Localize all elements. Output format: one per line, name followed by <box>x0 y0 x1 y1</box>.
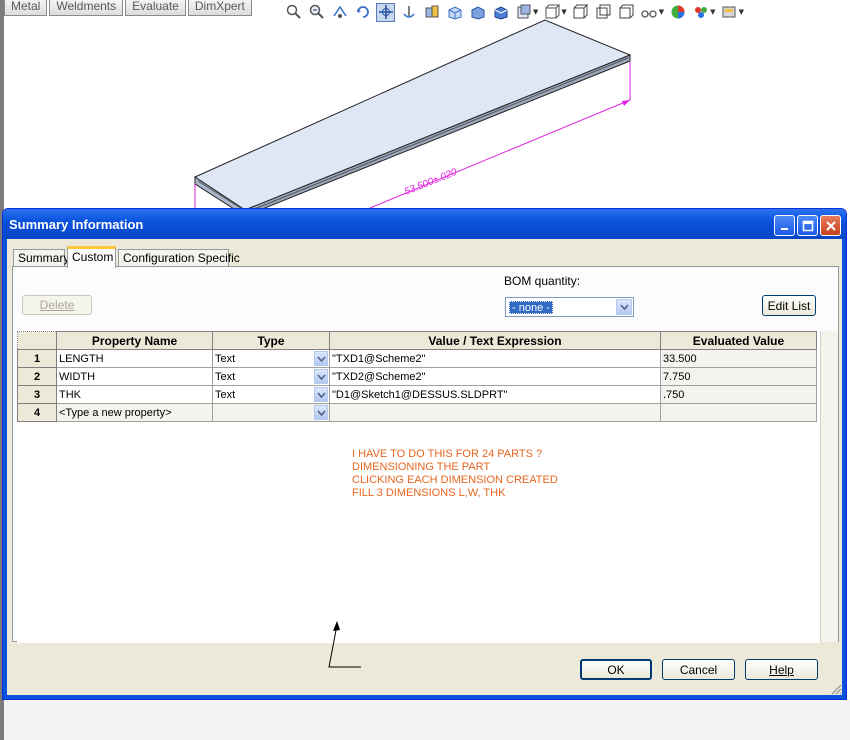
dialog-title-bar[interactable]: Summary Information <box>3 209 846 239</box>
evaluated-value-cell <box>660 403 817 422</box>
table-row: 2 WIDTH Text "TXD2@Scheme2" 7.750 <box>17 367 817 386</box>
grid-scrollbar[interactable] <box>820 331 838 642</box>
type-cell[interactable]: Text <box>212 349 330 368</box>
chevron-down-icon[interactable] <box>314 387 328 402</box>
edit-list-button-label: Edit List <box>767 298 811 313</box>
table-row: 3 THK Text "D1@Sketch1@DESSUS.SLDPRT" .7… <box>17 385 817 404</box>
value-cell[interactable] <box>329 403 661 422</box>
row-number[interactable]: 1 <box>17 349 57 368</box>
annotation-callout-line <box>328 621 361 668</box>
value-cell[interactable]: "D1@Sketch1@DESSUS.SLDPRT" <box>329 385 661 404</box>
chevron-down-icon[interactable] <box>314 351 328 366</box>
property-name-cell[interactable]: WIDTH <box>56 367 213 386</box>
type-cell[interactable]: Text <box>212 367 330 386</box>
dialog-frame-left <box>3 239 7 699</box>
cancel-button[interactable]: Cancel <box>662 659 735 680</box>
chevron-down-icon[interactable] <box>314 405 328 420</box>
column-header-value[interactable]: Value / Text Expression <box>329 331 661 350</box>
minimize-icon <box>780 227 788 230</box>
evaluated-value-cell: 7.750 <box>660 367 817 386</box>
graphics-area-bottom <box>4 700 850 740</box>
column-header-property-name[interactable]: Property Name <box>56 331 213 350</box>
evaluated-value-cell: .750 <box>660 385 817 404</box>
value-cell[interactable]: "TXD1@Scheme2" <box>329 349 661 368</box>
type-cell[interactable]: Text <box>212 385 330 404</box>
help-button[interactable]: Help <box>745 659 818 680</box>
resize-grip-icon[interactable] <box>830 683 842 695</box>
property-name-cell[interactable]: LENGTH <box>56 349 213 368</box>
annotation-note: I HAVE TO DO THIS FOR 24 PARTS ? DIMENSI… <box>352 448 558 500</box>
bom-quantity-value: - none - <box>509 301 553 314</box>
value-cell[interactable]: "TXD2@Scheme2" <box>329 367 661 386</box>
ok-button[interactable]: OK <box>580 659 652 680</box>
delete-button[interactable]: Delete <box>22 295 92 315</box>
row-number[interactable]: 2 <box>17 367 57 386</box>
maximize-icon <box>802 220 813 231</box>
close-icon <box>825 220 836 231</box>
bom-quantity-label: BOM quantity: <box>504 274 581 288</box>
property-name-cell[interactable]: THK <box>56 385 213 404</box>
cancel-button-label: Cancel <box>679 662 718 677</box>
dialog-title: Summary Information <box>9 217 144 232</box>
dimension-label: 53.500±.020 <box>403 167 459 198</box>
column-header-row-number <box>17 331 57 350</box>
part-model-view: 53.500±.020 <box>193 19 632 215</box>
table-row-new-property: 4 <Type a new property> <box>17 403 817 422</box>
chevron-down-icon[interactable] <box>314 369 328 384</box>
property-name-cell[interactable]: <Type a new property> <box>56 403 213 422</box>
close-button[interactable] <box>820 215 841 236</box>
row-number[interactable]: 3 <box>17 385 57 404</box>
edit-list-button[interactable]: Edit List <box>762 295 816 316</box>
type-value: Text <box>215 388 236 401</box>
note-line: I HAVE TO DO THIS FOR 24 PARTS ? <box>352 448 543 460</box>
delete-button-label: Delete <box>39 298 75 312</box>
tab-custom[interactable]: Custom <box>67 246 116 268</box>
type-value: Text <box>215 370 236 383</box>
minimize-button[interactable] <box>774 215 795 236</box>
evaluated-value-cell: 33.500 <box>660 349 817 368</box>
help-button-label: Help <box>769 662 794 677</box>
type-value: Text <box>215 352 236 365</box>
chevron-down-icon[interactable] <box>616 299 632 315</box>
note-line: FILL 3 DIMENSIONS L,W, THK <box>352 487 506 499</box>
column-header-evaluated-value[interactable]: Evaluated Value <box>660 331 817 350</box>
bom-quantity-select[interactable]: - none - <box>505 297 634 317</box>
maximize-button[interactable] <box>797 215 818 236</box>
note-line: DIMENSIONING THE PART <box>352 461 491 473</box>
tab-summary[interactable]: Summary <box>13 249 69 267</box>
properties-table: Property Name Type Value / Text Expressi… <box>17 331 817 422</box>
table-header-row: Property Name Type Value / Text Expressi… <box>17 331 817 350</box>
note-line: CLICKING EACH DIMENSION CREATED <box>352 474 558 486</box>
type-cell[interactable] <box>212 403 330 422</box>
summary-information-dialog: Summary Information Summary Custom Confi… <box>2 208 847 700</box>
column-header-type[interactable]: Type <box>212 331 330 350</box>
dialog-frame-right <box>842 239 846 699</box>
ok-button-label: OK <box>607 662 625 677</box>
dialog-frame-bottom <box>3 695 846 699</box>
row-number[interactable]: 4 <box>17 403 57 422</box>
table-row: 1 LENGTH Text "TXD1@Scheme2" 33.500 <box>17 349 817 368</box>
tab-configuration-specific[interactable]: Configuration Specific <box>118 249 240 267</box>
